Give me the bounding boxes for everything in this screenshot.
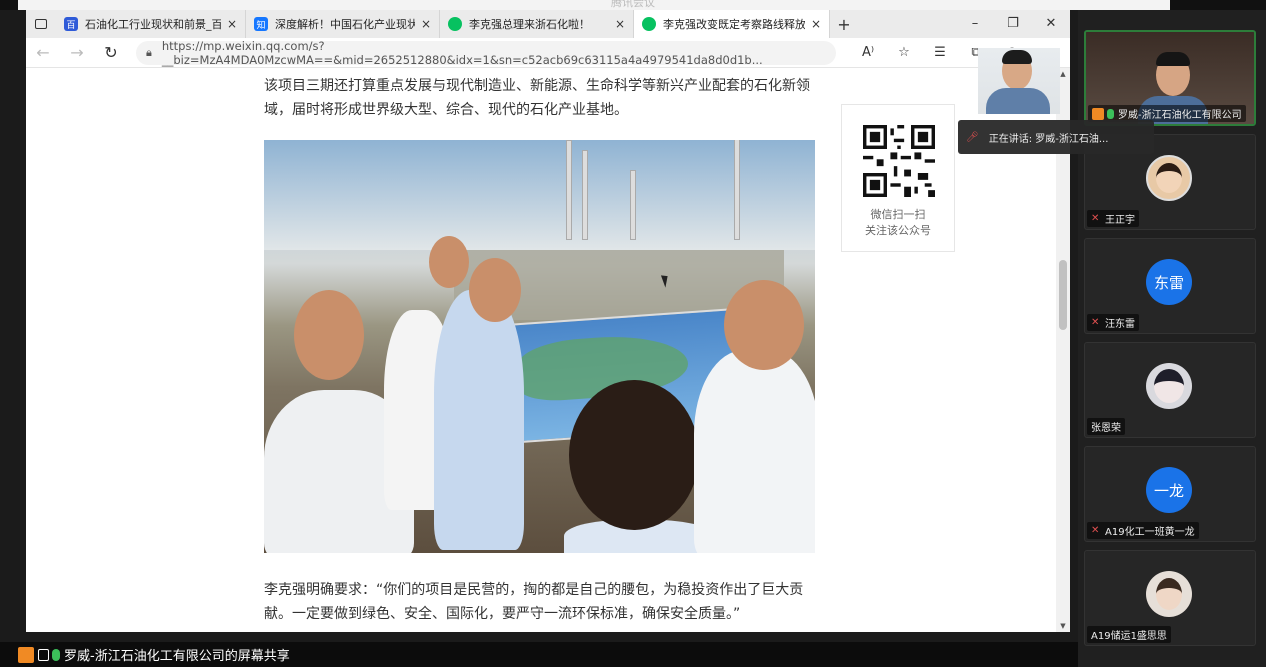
mic-muted-icon: ✕: [1091, 316, 1100, 328]
participant-tile[interactable]: 一龙 ✕ A19化工一班黄一龙: [1084, 446, 1256, 542]
browser-tab-1[interactable]: 百 石油化工行业现状和前景_百度搜 ×: [56, 10, 246, 38]
article-paragraph-2: 李克强明确要求：“你们的项目是民营的，掏的都是自己的腰包，为稳投资作出了巨大贡献…: [264, 582, 804, 622]
participant-tile[interactable]: 东雷 ✕ 汪东雷: [1084, 238, 1256, 334]
tab-close-icon[interactable]: ×: [421, 17, 431, 31]
read-aloud-icon[interactable]: A⁾: [850, 45, 886, 60]
tab-title: 李克强总理来浙石化啦！: [469, 18, 590, 31]
new-tab-button[interactable]: +: [830, 15, 858, 34]
qr-code-icon[interactable]: [863, 125, 935, 197]
lock-icon: 🔒︎: [146, 45, 152, 59]
participants-panel: 罗威-浙江石油化工有限公司 ✕ 王正宇 东雷 ✕ 汪东雷 张恩荣 一龙 ✕ A1…: [1078, 10, 1266, 667]
participant-name: 王正宇: [1105, 215, 1135, 226]
photo-sky: [264, 140, 815, 250]
article-paragraph-1: 该项目三期还打算重点发展与现代制造业、新能源、生命科学等新兴产业配套的石化新领域…: [264, 78, 810, 118]
maximize-button[interactable]: ❐: [994, 10, 1032, 38]
speaker-icon: 🎤︎: [966, 131, 979, 143]
tab-close-icon[interactable]: ×: [811, 17, 821, 31]
minimize-button[interactable]: –: [956, 10, 994, 38]
qr-caption-line2: 关注该公众号: [865, 224, 931, 237]
qr-code-box: 微信扫一扫 关注该公众号: [841, 104, 955, 252]
back-icon[interactable]: ←: [26, 43, 60, 62]
tab-title: 李克强改变既定考察路线释放什: [663, 18, 805, 31]
photo-person-head: [429, 236, 469, 288]
photo-person-head: [724, 280, 804, 370]
qr-caption: 微信扫一扫 关注该公众号: [842, 207, 954, 239]
article-photo: [264, 140, 815, 553]
scroll-down-icon[interactable]: ▼: [1056, 622, 1070, 630]
url-field[interactable]: 🔒︎ https://mp.weixin.qq.com/s?__biz=MzA4…: [136, 38, 836, 67]
window-controls: – ❐ ✕: [956, 10, 1070, 38]
participant-name: 汪东雷: [1105, 319, 1135, 330]
participant-name: A19储运1盛思思: [1091, 631, 1167, 642]
screen-icon: [38, 648, 49, 661]
wechat-icon: [448, 17, 462, 31]
favorites-icon[interactable]: ☰: [922, 45, 958, 60]
avatar: 东雷: [1146, 259, 1192, 305]
mic-muted-icon: ✕: [1091, 212, 1100, 224]
meeting-app-title: 腾讯会议: [611, 0, 655, 9]
wechat-icon: [642, 17, 656, 31]
participant-tile[interactable]: 张恩荣: [1084, 342, 1256, 438]
tab-close-icon[interactable]: ×: [227, 17, 237, 31]
browser-tab-3[interactable]: 李克强总理来浙石化啦！ ×: [440, 10, 634, 38]
qr-caption-line1: 微信扫一扫: [870, 208, 926, 221]
avatar: 一龙: [1146, 467, 1192, 513]
url-text: https://mp.weixin.qq.com/s?__biz=MzA4MDA…: [161, 38, 763, 67]
scroll-thumb[interactable]: [1059, 260, 1067, 330]
shared-screen: 百 石油化工行业现状和前景_百度搜 × 知 深度解析！中国石化产业现状及 × 李…: [26, 10, 1070, 632]
meeting-title-bar: 腾讯会议: [0, 0, 1266, 10]
article-content: 该项目三期还打算重点发展与现代制造业、新能源、生命科学等新兴产业配套的石化新领域…: [26, 68, 1056, 632]
photo-person: [434, 290, 524, 550]
participant-name-bar: 张恩荣: [1087, 418, 1125, 435]
participant-name-bar: ✕ 王正宇: [1087, 210, 1139, 227]
forward-icon[interactable]: →: [60, 43, 94, 62]
photo-person: [694, 350, 815, 553]
baidu-icon: 百: [64, 17, 78, 31]
photo-person-head: [294, 290, 364, 380]
mic-on-icon: [1107, 108, 1114, 119]
photo-chimney: [734, 140, 740, 240]
participant-name: 张恩荣: [1091, 423, 1121, 434]
avatar: [1146, 363, 1192, 409]
participant-tile[interactable]: 罗威-浙江石油化工有限公司: [1084, 30, 1256, 126]
photo-chimney: [582, 150, 588, 240]
host-icon: [1092, 107, 1104, 120]
screen-share-owner: 罗威-浙江石油化工有限公司的屏幕共享: [64, 649, 290, 664]
close-window-button[interactable]: ✕: [1032, 10, 1070, 38]
tab-actions-icon[interactable]: [26, 10, 56, 38]
participant-name: A19化工一班黄一龙: [1105, 527, 1195, 538]
mic-muted-icon: ✕: [1091, 524, 1100, 536]
photo-person-head: [469, 258, 521, 322]
host-icon: [18, 646, 34, 663]
speaking-text: 正在讲话: 罗威-浙江石油...: [988, 133, 1109, 145]
tab-title: 深度解析！中国石化产业现状及: [275, 18, 415, 31]
speaking-indicator: 🎤︎ 正在讲话: 罗威-浙江石油...: [958, 120, 1154, 154]
refresh-icon[interactable]: ↻: [94, 43, 128, 62]
tab-title: 石油化工行业现状和前景_百度搜: [85, 18, 221, 31]
address-bar: ← → ↻ 🔒︎ https://mp.weixin.qq.com/s?__bi…: [26, 38, 1070, 68]
presenter-camera-overlay[interactable]: [978, 48, 1060, 114]
participant-name-bar: ✕ 汪东雷: [1087, 314, 1139, 331]
avatar: [1146, 155, 1192, 201]
participant-name-bar: A19储运1盛思思: [1087, 626, 1171, 643]
mic-on-icon: [52, 648, 60, 661]
avatar: [1146, 571, 1192, 617]
photo-chimney: [630, 170, 636, 240]
screen-share-label: 罗威-浙江石油化工有限公司的屏幕共享: [18, 645, 290, 664]
participant-tile[interactable]: A19储运1盛思思: [1084, 550, 1256, 646]
browser-tab-4-active[interactable]: 李克强改变既定考察路线释放什 ×: [634, 10, 830, 38]
meeting-window: 腾讯会议 百 石油化工行业现状和前景_百度搜 × 知 深度解析！中国石化产业现状…: [0, 0, 1266, 667]
browser-tab-bar: 百 石油化工行业现状和前景_百度搜 × 知 深度解析！中国石化产业现状及 × 李…: [26, 10, 1070, 38]
tab-close-icon[interactable]: ×: [615, 17, 625, 31]
add-favorite-icon[interactable]: ☆: [886, 45, 922, 60]
browser-tab-2[interactable]: 知 深度解析！中国石化产业现状及 ×: [246, 10, 440, 38]
photo-person-head: [569, 380, 699, 530]
zhihu-icon: 知: [254, 17, 268, 31]
participant-name-bar: ✕ A19化工一班黄一龙: [1087, 522, 1199, 539]
photo-chimney: [566, 140, 572, 240]
participant-name: 罗威-浙江石油化工有限公司: [1118, 110, 1242, 121]
screen-share-bar: 罗威-浙江石油化工有限公司的屏幕共享: [0, 642, 1266, 667]
